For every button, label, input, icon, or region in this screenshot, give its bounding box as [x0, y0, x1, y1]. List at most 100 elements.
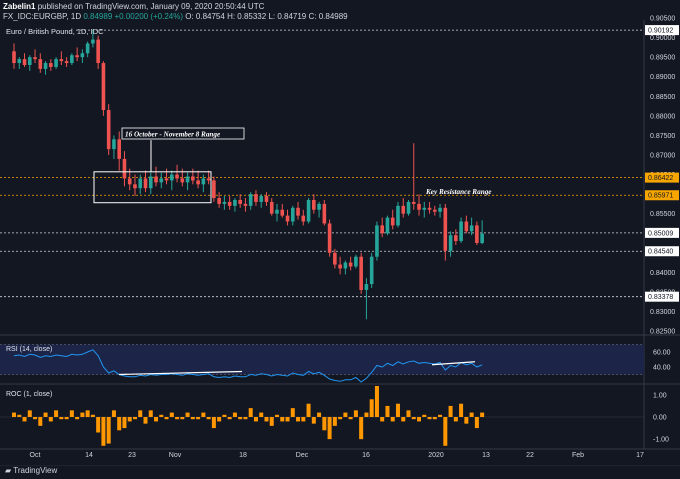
- candle-body[interactable]: [454, 235, 458, 242]
- candle-body[interactable]: [459, 221, 463, 242]
- roc-bar[interactable]: [243, 417, 248, 420]
- candle-body[interactable]: [343, 262, 348, 269]
- roc-bar[interactable]: [253, 417, 258, 422]
- candle-body[interactable]: [338, 264, 342, 269]
- candle-body[interactable]: [401, 205, 406, 214]
- roc-bar[interactable]: [417, 417, 422, 422]
- candle-body[interactable]: [154, 176, 158, 183]
- roc-bar[interactable]: [69, 410, 74, 417]
- roc-bar[interactable]: [12, 412, 16, 417]
- candle-body[interactable]: [422, 207, 427, 210]
- candle-body[interactable]: [254, 194, 258, 202]
- candle-body[interactable]: [22, 59, 27, 65]
- candle-body[interactable]: [375, 225, 379, 257]
- candle-body[interactable]: [85, 43, 90, 54]
- roc-bar[interactable]: [427, 417, 432, 420]
- roc-bar[interactable]: [448, 405, 453, 417]
- roc-bar[interactable]: [227, 417, 232, 420]
- candle-body[interactable]: [75, 55, 79, 58]
- roc-bar[interactable]: [232, 412, 237, 417]
- roc-bar[interactable]: [75, 417, 80, 420]
- roc-bar[interactable]: [338, 417, 343, 420]
- roc-bar[interactable]: [385, 405, 390, 417]
- candle-body[interactable]: [306, 199, 311, 222]
- candle-body[interactable]: [406, 201, 411, 214]
- roc-bar[interactable]: [380, 417, 385, 422]
- candle-body[interactable]: [259, 196, 264, 202]
- roc-bar[interactable]: [285, 417, 290, 422]
- roc-bar[interactable]: [106, 417, 111, 444]
- candle-body[interactable]: [354, 256, 358, 267]
- candle-body[interactable]: [170, 174, 174, 181]
- candle-body[interactable]: [438, 207, 442, 212]
- candle-body[interactable]: [96, 39, 100, 64]
- candle-body[interactable]: [390, 217, 395, 226]
- candle-body[interactable]: [143, 178, 148, 189]
- candle-body[interactable]: [469, 225, 474, 232]
- roc-bar[interactable]: [301, 417, 306, 422]
- candle-body[interactable]: [38, 59, 43, 69]
- roc-bar[interactable]: [164, 417, 169, 420]
- roc-bar[interactable]: [401, 417, 406, 422]
- candle-body[interactable]: [385, 217, 390, 234]
- candle-body[interactable]: [175, 174, 179, 179]
- roc-bar[interactable]: [411, 417, 416, 420]
- roc-bar[interactable]: [148, 410, 153, 417]
- candle-body[interactable]: [191, 176, 195, 181]
- roc-bar[interactable]: [169, 412, 174, 417]
- roc-bar[interactable]: [353, 410, 358, 417]
- candle-body[interactable]: [243, 203, 248, 206]
- candle-body[interactable]: [159, 178, 164, 183]
- roc-bar[interactable]: [132, 417, 137, 420]
- roc-bar[interactable]: [322, 417, 327, 431]
- roc-bar[interactable]: [474, 417, 479, 429]
- candle-body[interactable]: [448, 235, 453, 251]
- candle-body[interactable]: [33, 57, 37, 60]
- roc-bar[interactable]: [280, 417, 285, 422]
- roc-bar[interactable]: [143, 417, 148, 424]
- roc-bar[interactable]: [111, 410, 116, 417]
- candle-body[interactable]: [238, 199, 242, 204]
- candle-body[interactable]: [417, 203, 421, 210]
- roc-bar[interactable]: [395, 403, 400, 417]
- candle-body[interactable]: [54, 59, 58, 67]
- candle-body[interactable]: [212, 180, 216, 199]
- roc-bar[interactable]: [438, 414, 443, 417]
- roc-bar[interactable]: [259, 412, 264, 417]
- candle-body[interactable]: [222, 201, 227, 204]
- candle-body[interactable]: [290, 207, 295, 222]
- roc-bar[interactable]: [332, 417, 337, 426]
- roc-bar[interactable]: [185, 412, 190, 417]
- candle-body[interactable]: [217, 198, 221, 204]
- roc-bar[interactable]: [369, 399, 374, 417]
- candle-body[interactable]: [164, 178, 169, 181]
- candle-body[interactable]: [59, 59, 64, 62]
- roc-bar[interactable]: [269, 417, 274, 426]
- candle-body[interactable]: [264, 196, 269, 202]
- roc-bar[interactable]: [311, 417, 316, 424]
- candle-body[interactable]: [112, 139, 116, 150]
- roc-bar[interactable]: [348, 417, 353, 420]
- roc-bar[interactable]: [180, 417, 185, 420]
- roc-bar[interactable]: [64, 417, 69, 420]
- candle-body[interactable]: [333, 252, 337, 265]
- candle-body[interactable]: [427, 207, 432, 210]
- candle-body[interactable]: [206, 178, 211, 181]
- candle-body[interactable]: [180, 178, 185, 183]
- candle-body[interactable]: [91, 39, 95, 44]
- roc-bar[interactable]: [327, 417, 332, 440]
- candle-body[interactable]: [101, 63, 106, 110]
- roc-bar[interactable]: [222, 414, 227, 417]
- roc-bar[interactable]: [238, 417, 243, 420]
- candle-body[interactable]: [138, 178, 143, 189]
- roc-bar[interactable]: [422, 414, 427, 417]
- roc-bar[interactable]: [17, 414, 22, 417]
- candle-body[interactable]: [322, 203, 327, 224]
- candle-body[interactable]: [443, 207, 448, 251]
- roc-bar[interactable]: [364, 412, 369, 417]
- candle-body[interactable]: [122, 158, 127, 179]
- candle-body[interactable]: [280, 209, 285, 216]
- roc-bar[interactable]: [190, 417, 195, 420]
- candle-body[interactable]: [359, 256, 363, 290]
- roc-bar[interactable]: [217, 417, 222, 422]
